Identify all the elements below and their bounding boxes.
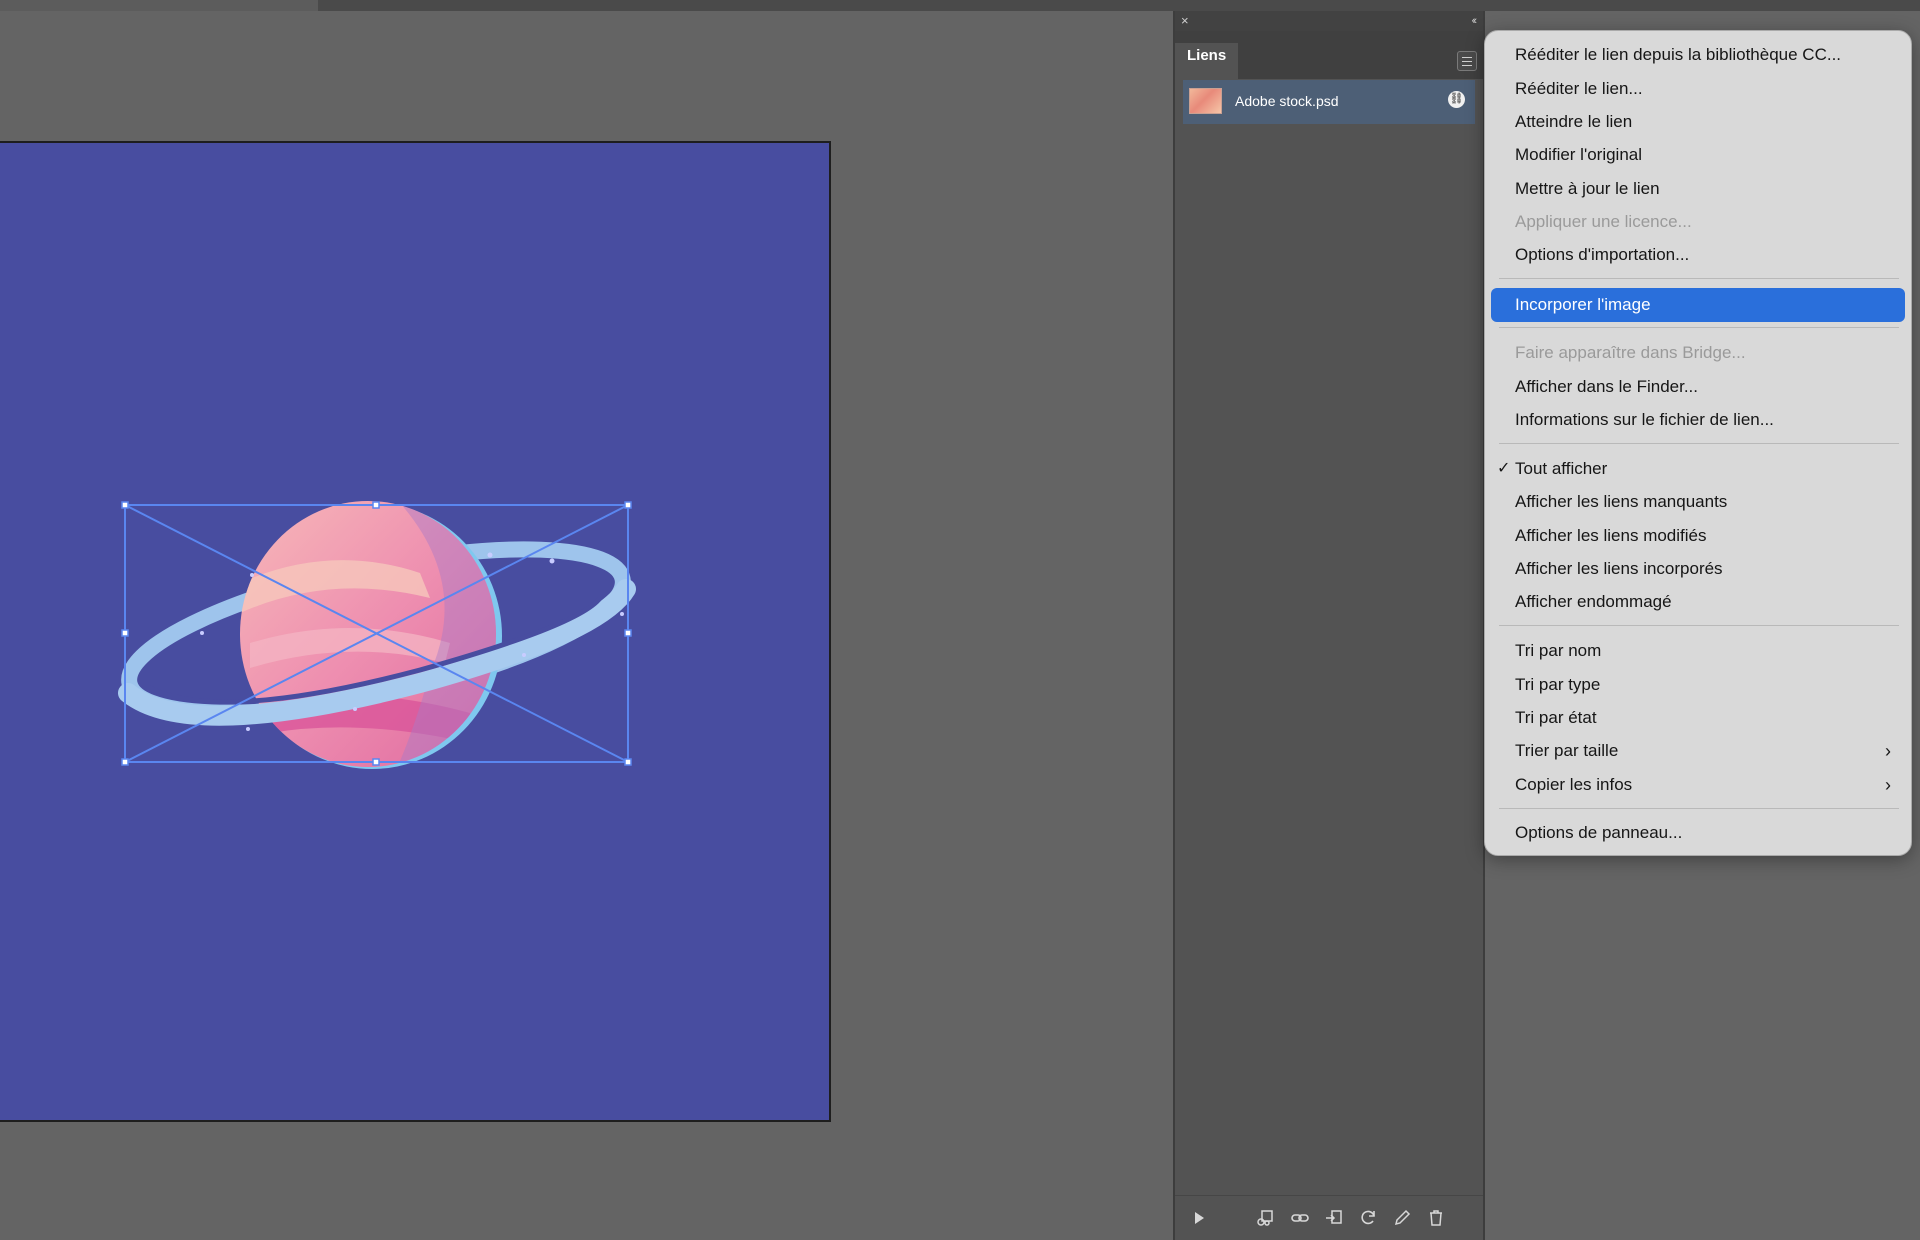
play-icon[interactable] [1189, 1208, 1209, 1228]
menu-item-relink-cc-library[interactable]: Rééditer le lien depuis la bibliothèque … [1515, 45, 1841, 65]
menu-item-sort-by-type[interactable]: Tri par type [1515, 675, 1600, 695]
menu-separator [1499, 443, 1899, 444]
submenu-arrow-icon: › [1885, 741, 1891, 761]
edit-original-icon[interactable] [1392, 1208, 1412, 1228]
links-panel: × ‹‹ Liens Adobe stock.psd ⛓ [1173, 11, 1485, 1240]
menu-item-update-link[interactable]: Mettre à jour le lien [1515, 179, 1660, 199]
menu-item-show-embedded[interactable]: Afficher les liens incorporés [1515, 559, 1723, 579]
tab-liens[interactable]: Liens [1175, 43, 1238, 79]
relink-icon[interactable] [1290, 1208, 1310, 1228]
artboard[interactable] [0, 141, 831, 1122]
menu-item-embed-image[interactable]: Incorporer l'image [1515, 295, 1651, 315]
submenu-arrow-icon: › [1885, 775, 1891, 795]
link-row[interactable]: Adobe stock.psd ⛓ [1183, 80, 1475, 124]
menu-item-reveal-in-finder[interactable]: Afficher dans le Finder... [1515, 377, 1698, 397]
trash-icon[interactable] [1426, 1208, 1446, 1228]
menu-separator [1499, 625, 1899, 626]
update-link-icon[interactable] [1358, 1208, 1378, 1228]
checkmark-icon: ✓ [1497, 460, 1511, 477]
menu-item-sort-by-size[interactable]: Trier par taille [1515, 741, 1618, 761]
menu-item-link-file-info[interactable]: Informations sur le fichier de lien... [1515, 410, 1774, 430]
go-to-link-icon[interactable] [1324, 1208, 1344, 1228]
menu-separator [1499, 278, 1899, 279]
menu-separator [1499, 808, 1899, 809]
menu-item-edit-original[interactable]: Modifier l'original [1515, 145, 1642, 165]
menu-item-show-missing[interactable]: Afficher les liens manquants [1515, 492, 1727, 512]
menu-item-show-all[interactable]: Tout afficher [1515, 459, 1607, 479]
menu-item-panel-options[interactable]: Options de panneau... [1515, 823, 1682, 843]
panel-footer [1175, 1195, 1483, 1240]
document-tab-bar [0, 0, 1920, 11]
menu-item-sort-by-status[interactable]: Tri par état [1515, 708, 1597, 728]
panel-tab-bar: Liens [1175, 31, 1483, 79]
panel-menu-icon[interactable] [1457, 51, 1477, 71]
menu-item-show-modified[interactable]: Afficher les liens modifiés [1515, 526, 1707, 546]
close-icon[interactable]: × [1181, 12, 1189, 30]
menu-item-show-damaged[interactable]: Afficher endommagé [1515, 592, 1672, 612]
menu-item-sort-by-name[interactable]: Tri par nom [1515, 641, 1601, 661]
collapse-icon[interactable]: ‹‹ [1472, 12, 1478, 30]
link-name: Adobe stock.psd [1235, 93, 1339, 109]
menu-separator [1499, 327, 1899, 328]
panel-header: × ‹‹ [1175, 11, 1483, 31]
menu-item-relink[interactable]: Rééditer le lien... [1515, 79, 1643, 99]
document-tab[interactable] [0, 0, 318, 11]
placed-image-planet[interactable] [0, 143, 831, 1124]
linked-icon: ⛓ [1448, 91, 1465, 108]
menu-item-go-to-link[interactable]: Atteindre le lien [1515, 112, 1632, 132]
relink-cc-icon[interactable] [1255, 1208, 1275, 1228]
menu-item-import-options[interactable]: Options d'importation... [1515, 245, 1689, 265]
menu-item-reveal-in-bridge: Faire apparaître dans Bridge... [1515, 343, 1746, 362]
link-thumbnail [1189, 88, 1222, 114]
panel-context-menu: Rééditer le lien depuis la bibliothèque … [1484, 30, 1912, 856]
menu-item-copy-info[interactable]: Copier les infos [1515, 775, 1632, 795]
menu-item-apply-license: Appliquer une licence... [1515, 212, 1692, 231]
